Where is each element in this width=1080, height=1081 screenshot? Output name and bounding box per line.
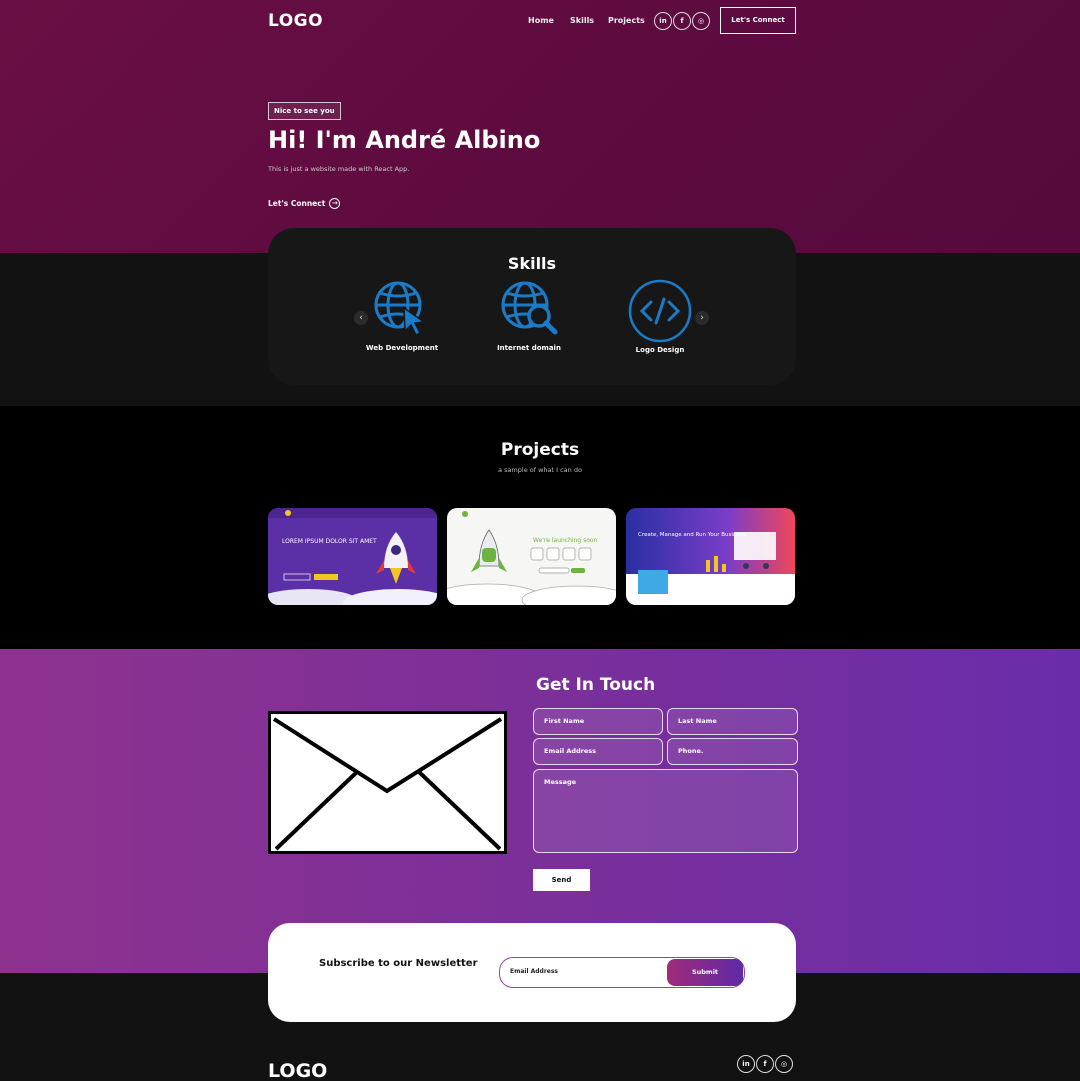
newsletter-submit-button[interactable]: Submit <box>667 959 743 986</box>
newsletter-card: Subscribe to our Newsletter Email Addres… <box>268 923 796 1022</box>
footer-instagram-icon[interactable]: ◎ <box>775 1055 793 1073</box>
email-field[interactable]: Email Address <box>533 738 663 765</box>
linkedin-icon[interactable]: in <box>654 12 672 30</box>
logo[interactable]: LOGO <box>268 11 323 31</box>
newsletter-label: Subscribe to our Newsletter <box>319 958 478 969</box>
projects-subtitle: a sample of what I can do <box>498 466 582 474</box>
footer-facebook-icon[interactable]: f <box>756 1055 774 1073</box>
projects-title: Projects <box>500 440 580 460</box>
skill-label: Logo Design <box>635 346 685 354</box>
skill-item-internet-domain: Internet domain <box>474 278 584 352</box>
code-icon <box>628 279 692 343</box>
project-card-startup[interactable]: LOREM IPSUM DOLOR SIT AMET <box>268 508 437 605</box>
nav-skills[interactable]: Skills <box>570 16 594 25</box>
footer-linkedin-icon[interactable]: in <box>737 1055 755 1073</box>
instagram-icon[interactable]: ◎ <box>692 12 710 30</box>
hero-connect-link[interactable]: Let's Connect → <box>268 198 341 209</box>
hero-title: Hi! I'm André Albino <box>268 126 541 154</box>
project-thumbnail: LOREM IPSUM DOLOR SIT AMET <box>268 508 437 605</box>
lets-connect-button[interactable]: Let's Connect <box>720 7 796 34</box>
newsletter-email-input[interactable]: Email Address Submit <box>499 957 745 988</box>
nav-home[interactable]: Home <box>528 16 554 25</box>
project-card-launching[interactable]: We're launching soon <box>447 508 616 605</box>
envelope-icon <box>268 711 507 854</box>
hero-connect-label: Let's Connect <box>268 199 326 208</box>
globe-cursor-icon <box>374 281 427 337</box>
first-name-field[interactable]: First Name <box>533 708 663 735</box>
arrow-right-circle-icon: → <box>329 198 341 209</box>
skills-section: Skills ‹ › Web Development Internet doma… <box>268 228 796 385</box>
message-field[interactable]: Message <box>533 769 798 853</box>
project-thumbnail-caption: We're launching soon <box>533 537 598 544</box>
project-card-business[interactable]: Create, Manage and Run Your Business <box>626 508 795 605</box>
nav-projects[interactable]: Projects <box>608 16 645 25</box>
skill-label: Web Development <box>365 344 439 352</box>
project-thumbnail-caption: LOREM IPSUM DOLOR SIT AMET <box>282 538 377 545</box>
skill-item-web-development: Web Development <box>347 278 457 352</box>
send-button[interactable]: Send <box>533 869 590 891</box>
skills-title: Skills <box>507 254 557 273</box>
tagline-badge: Nice to see you <box>268 102 341 120</box>
project-thumbnail-caption: Create, Manage and Run Your Business <box>638 532 746 538</box>
hero-section: LOGO Home Skills Projects in f ◎ Let's C… <box>0 0 1080 253</box>
skill-item-logo-design: Logo Design <box>605 278 715 354</box>
project-thumbnail: We're launching soon <box>447 508 616 605</box>
last-name-field[interactable]: Last Name <box>667 708 798 735</box>
skill-label: Internet domain <box>497 344 561 352</box>
project-thumbnail: Create, Manage and Run Your Business <box>626 508 795 605</box>
hero-subtitle: This is just a website made with React A… <box>268 165 410 173</box>
facebook-icon[interactable]: f <box>673 12 691 30</box>
footer-logo[interactable]: LOGO <box>268 1060 327 1081</box>
contact-title: Get In Touch <box>536 675 656 695</box>
newsletter-email-placeholder: Email Address <box>510 968 559 975</box>
phone-field[interactable]: Phone. <box>667 738 798 765</box>
globe-search-icon <box>501 281 558 335</box>
projects-section: Projects a sample of what I can do LOREM… <box>0 406 1080 649</box>
